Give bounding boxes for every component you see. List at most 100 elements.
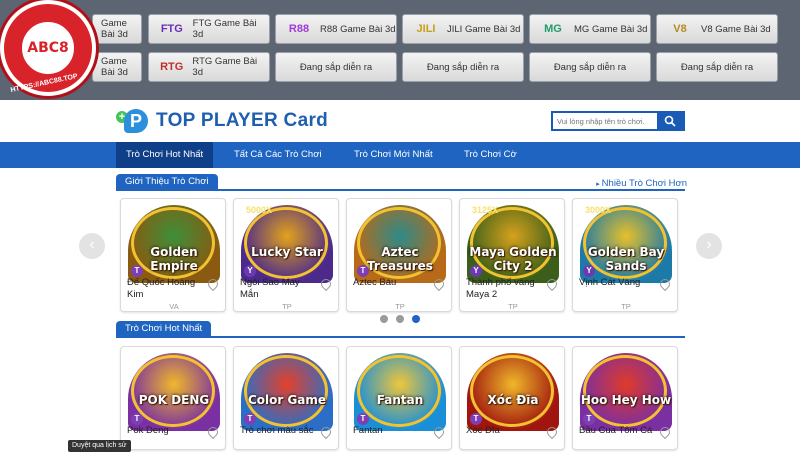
- abc8-badge-logo[interactable]: ABC8 HTTPS://ABC88.TOP: [0, 0, 96, 96]
- game-provider-label: TP: [282, 302, 292, 311]
- provider-logo-icon: FTG: [160, 23, 183, 35]
- provider-label: Đang sắp diễn ra: [553, 61, 627, 73]
- provider-label: FTG Game Bài 3d: [192, 18, 257, 40]
- game-card[interactable]: Lucky Star 5000X Y Ngôi Sao May Mắn TP: [233, 198, 339, 312]
- game-name: Đế Quốc Hoàng Kim: [127, 277, 196, 300]
- provider-badge-icon: T: [470, 413, 482, 425]
- nav-item-all[interactable]: Tất Cả Các Trò Chơi: [224, 142, 332, 168]
- chevron-right-icon: ›: [706, 236, 712, 253]
- thumbnail-frame: [244, 355, 328, 427]
- provider-label: MG Game Bài 3d: [574, 23, 648, 35]
- game-card[interactable]: Golden Bay Sands 3000X Y Vịnh Cát Vàng TP: [572, 198, 678, 312]
- game-name: Thành phố vàng Maya 2: [466, 277, 535, 300]
- game-name: Fantan: [353, 425, 383, 436]
- game-art-title: Hoo Hey How: [580, 393, 672, 407]
- provider-logo-icon: JILI: [416, 23, 436, 35]
- row1-provider-button[interactable]: Game Bài 3d: [92, 14, 142, 44]
- row1-provider-button[interactable]: JILI JILI Game Bài 3d: [402, 14, 524, 44]
- game-provider-label: TP: [508, 302, 518, 311]
- game-card[interactable]: Maya Golden City 2 3125X Y Thành phố vàng M…: [459, 198, 565, 312]
- row2-provider-button[interactable]: Game Bài 3d: [92, 52, 142, 82]
- provider-badge-icon: T: [583, 413, 595, 425]
- provider-logo-icon: R88: [288, 23, 310, 35]
- section-title-hot: Trò Chơi Hot Nhất: [116, 321, 212, 337]
- game-art-title: POK DENG: [138, 393, 210, 407]
- game-card[interactable]: POK DENG T Pok Deng: [120, 346, 226, 450]
- game-art-title: Color Game: [247, 393, 327, 407]
- provider-label: Game Bài 3d: [101, 18, 128, 40]
- game-name: Bầu Cua Tôm Cá: [579, 425, 653, 436]
- game-name: Vịnh Cát Vàng: [579, 277, 641, 288]
- game-provider-label: TP: [395, 302, 405, 311]
- provider-label: Đang sắp diễn ra: [299, 61, 373, 73]
- row1-provider-button[interactable]: V8 V8 Game Bài 3d: [656, 14, 778, 44]
- history-tooltip: Duyệt qua lịch sử: [68, 440, 131, 452]
- game-card[interactable]: Aztec Treasures T Aztec Báu TP: [346, 198, 452, 312]
- provider-label: R88 Game Bài 3d: [320, 23, 396, 35]
- game-card[interactable]: Golden Empire T Đế Quốc Hoàng Kim VA: [120, 198, 226, 312]
- search-input[interactable]: [553, 113, 657, 129]
- multiplier-label: 3125X: [472, 205, 499, 215]
- section-title-intro: Giới Thiệu Trò Chơi: [116, 174, 218, 190]
- search-button[interactable]: [657, 113, 683, 129]
- provider-logo-icon: MG: [544, 23, 562, 35]
- game-card[interactable]: Xóc Đĩa T Xóc Đĩa: [459, 346, 565, 450]
- site-title: TOP PLAYER Card: [156, 110, 329, 131]
- game-art-title: Xóc Đĩa: [487, 393, 539, 407]
- game-card[interactable]: Hoo Hey How T Bầu Cua Tôm Cá: [572, 346, 678, 450]
- thumbnail-frame: [583, 355, 667, 427]
- section-divider: [116, 189, 685, 191]
- nav-item-new[interactable]: Trò Chơi Mới Nhất: [344, 142, 443, 168]
- row1-provider-button[interactable]: MG MG Game Bài 3d: [529, 14, 651, 44]
- row1-provider-button[interactable]: R88 R88 Game Bài 3d: [275, 14, 397, 44]
- provider-label: Game Bài 3d: [101, 56, 128, 78]
- badge-inner: ABC8: [19, 19, 77, 77]
- carousel-dot[interactable]: [380, 315, 388, 323]
- provider-badge-icon: Y: [583, 265, 595, 277]
- nav-item-chess[interactable]: Trò Chơi Cờ: [454, 142, 527, 168]
- thumbnail-frame: [244, 207, 328, 279]
- section-divider: [116, 336, 685, 338]
- game-name: Xóc Đĩa: [466, 425, 500, 436]
- provider-badge-icon: T: [131, 265, 143, 277]
- game-card[interactable]: Fantan T Fantan: [346, 346, 452, 450]
- chevron-left-icon: ‹: [89, 236, 95, 253]
- provider-badge-icon: T: [131, 413, 143, 425]
- provider-logo-icon: RTG: [160, 61, 184, 73]
- row2-provider-button[interactable]: Đang sắp diễn ra: [656, 52, 778, 82]
- badge-text: ABC8: [27, 40, 69, 56]
- site-logo[interactable]: + P TOP PLAYER Card: [116, 109, 328, 133]
- p-logo-icon: + P: [116, 109, 150, 133]
- row2-provider-button[interactable]: Đang sắp diễn ra: [529, 52, 651, 82]
- row2-provider-button[interactable]: Đang sắp diễn ra: [402, 52, 524, 82]
- game-name: Ngôi Sao May Mắn: [240, 277, 300, 300]
- search-icon: [664, 115, 676, 127]
- nav-item-hot[interactable]: Trò Chơi Hot Nhất: [116, 142, 214, 168]
- game-art-title: Lucky Star: [251, 245, 323, 259]
- provider-label: RTG Game Bài 3d: [192, 56, 258, 78]
- main-nav: Trò Chơi Hot Nhất Tất Cả Các Trò Chơi Tr…: [0, 142, 800, 168]
- provider-label: Đang sắp diễn ra: [426, 61, 500, 73]
- carousel-next-button[interactable]: ›: [696, 233, 722, 259]
- provider-badge-icon: Y: [244, 265, 256, 277]
- provider-label: Đang sắp diễn ra: [680, 61, 754, 73]
- provider-badge-icon: T: [357, 413, 369, 425]
- provider-logo-icon: V8: [673, 23, 687, 35]
- carousel-dot-active[interactable]: [412, 315, 420, 323]
- provider-label: JILI Game Bài 3d: [447, 23, 521, 35]
- thumbnail-frame: [357, 355, 441, 427]
- game-card[interactable]: Color Game T Trò chơi màu sắc: [233, 346, 339, 450]
- multiplier-label: 3000X: [585, 205, 612, 215]
- carousel-prev-button[interactable]: ‹: [79, 233, 105, 259]
- provider-badge-icon: Y: [470, 265, 482, 277]
- more-games-link[interactable]: ▸ Nhiều Trò Chơi Hơn: [596, 178, 687, 189]
- row2-provider-button[interactable]: RTG RTG Game Bài 3d: [148, 52, 270, 82]
- more-games-label: Nhiều Trò Chơi Hơn: [601, 178, 687, 189]
- row2-provider-button[interactable]: Đang sắp diễn ra: [275, 52, 397, 82]
- carousel-dot[interactable]: [396, 315, 404, 323]
- provider-badge-icon: T: [357, 265, 369, 277]
- multiplier-label: 5000X: [246, 205, 273, 215]
- game-art-title: Fantan: [376, 393, 424, 407]
- game-name: Trò chơi màu sắc: [240, 425, 314, 436]
- row1-provider-button[interactable]: FTG FTG Game Bài 3d: [148, 14, 270, 44]
